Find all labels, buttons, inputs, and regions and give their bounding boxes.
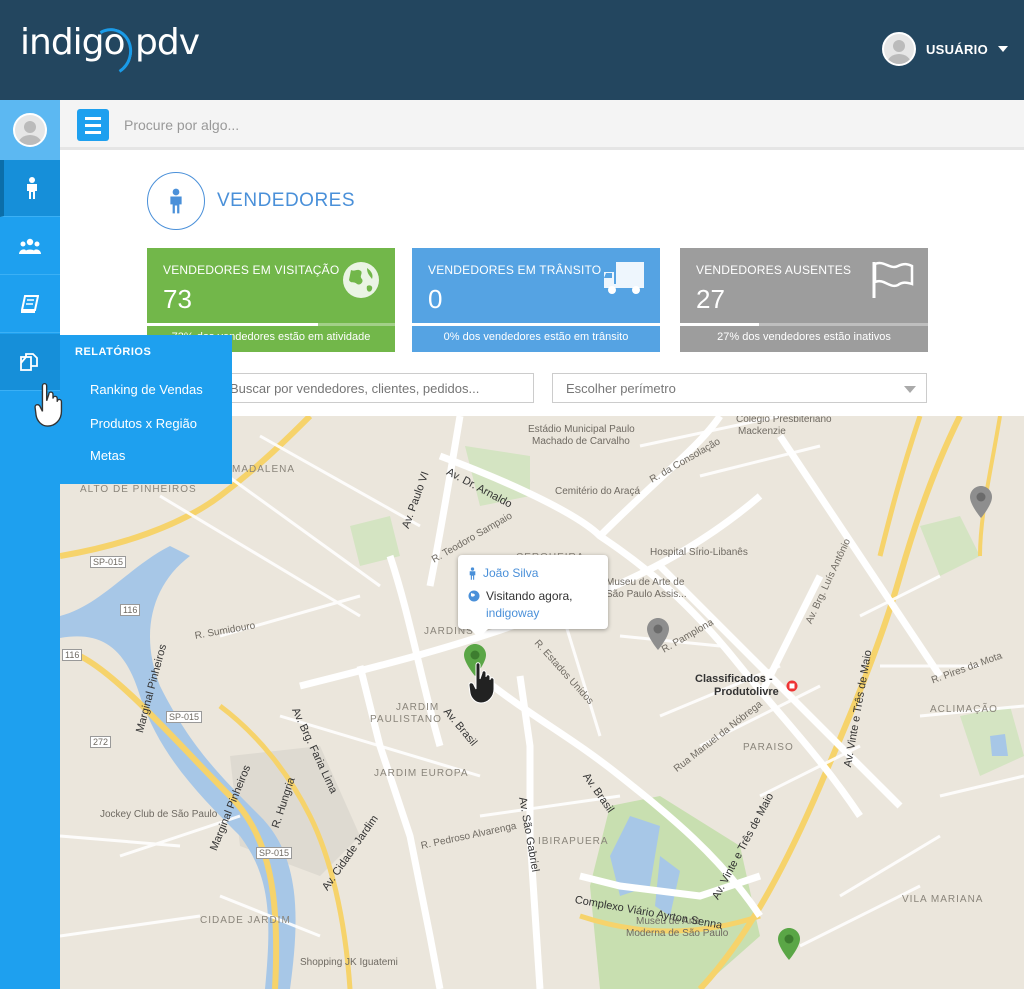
submenu-item-produtos-regiao[interactable]: Produtos x Região	[90, 416, 197, 431]
reports-submenu: RELATÓRIOS Ranking de Vendas Produtos x …	[60, 335, 232, 484]
map-label-district: ACLIMAÇÃO	[930, 704, 998, 715]
top-header: indigo pdv USUÁRIO	[0, 0, 1024, 100]
user-avatar	[881, 32, 916, 66]
globe-icon	[343, 262, 379, 298]
user-icon	[469, 566, 476, 580]
card-progress-track	[412, 323, 660, 326]
global-search-input[interactable]	[124, 113, 824, 137]
map-label-district: PAULISTANO	[370, 714, 442, 725]
map-label-hospital: Hospital Sírio-Libanês	[650, 547, 748, 558]
page-title: VENDEDORES	[217, 190, 356, 211]
chevron-down-icon	[904, 386, 916, 393]
card-value: 73	[163, 284, 192, 314]
map-label-district: CIDADE JARDIM	[200, 915, 291, 926]
map-label-highway: SP-015	[166, 711, 203, 723]
card-footer: 27% dos vendedores estão inativos	[717, 331, 891, 343]
hamburger-menu-button[interactable]	[77, 109, 109, 141]
map-label-classificados: Produtolivre	[714, 686, 779, 698]
map-label-district: JARDIM	[396, 702, 440, 713]
popup-seller-row: João Silva	[468, 566, 538, 580]
hamburger-line	[85, 116, 101, 120]
submenu-title: RELATÓRIOS	[75, 346, 152, 358]
caret-down-icon	[998, 46, 1008, 52]
user-menu[interactable]: USUÁRIO	[881, 32, 1008, 66]
map-base	[60, 416, 1024, 989]
map-label-jockey: Jockey Club de São Paulo	[100, 809, 218, 820]
user-icon	[170, 188, 182, 214]
map-view[interactable]: Estádio Municipal Paulo Machado de Carva…	[60, 416, 1024, 989]
submenu-item-metas[interactable]: Metas	[90, 448, 125, 463]
map-label-route: 272	[90, 736, 112, 748]
hand-cursor-icon	[34, 382, 63, 427]
popup-status: Visitando agora,	[486, 589, 573, 603]
popup-seller-name[interactable]: João Silva	[483, 566, 538, 580]
hand-cursor-icon	[468, 662, 495, 704]
card-progress-track	[680, 323, 928, 326]
card-progress-track	[147, 323, 395, 326]
map-label-colegio: Mackenzie	[738, 426, 786, 437]
map-label-museu: São Paulo Assis...	[606, 589, 687, 600]
map-label-shopping: Shopping JK Iguatemi	[300, 957, 398, 968]
map-label-estadio: Estádio Municipal Paulo	[528, 424, 635, 435]
page-title-icon-circle	[147, 172, 205, 230]
map-label-cemiterio: Cemitério do Araçá	[555, 486, 641, 497]
map-label-district: PARAISO	[743, 742, 794, 753]
book-icon	[21, 295, 39, 313]
poi-marker-icon[interactable]	[786, 680, 798, 692]
map-label-route: 116	[62, 649, 83, 661]
map-info-popup[interactable]: João Silva Visitando agora, indigoway	[458, 555, 608, 638]
map-label-estadio: Machado de Carvalho	[532, 436, 630, 447]
user-icon	[27, 177, 37, 199]
top-search-bar	[60, 100, 1024, 150]
truck-icon	[604, 262, 644, 294]
flag-icon	[872, 261, 914, 298]
hamburger-line	[85, 130, 101, 134]
user-label: USUÁRIO	[925, 41, 988, 57]
map-label-highway: SP-015	[256, 847, 293, 859]
hamburger-line	[85, 123, 101, 127]
sidebar-item-catalogo[interactable]	[0, 276, 60, 333]
map-label-district: IBIRAPUERA	[538, 836, 609, 847]
popup-status-row: Visitando agora,	[468, 589, 573, 603]
popup-client-link[interactable]: indigoway	[486, 606, 539, 620]
card-progress-fill	[680, 323, 760, 326]
globe-icon	[468, 590, 480, 602]
map-pin-gray-icon[interactable]	[647, 618, 669, 650]
card-label: VENDEDORES EM VISITAÇÃO	[163, 263, 340, 277]
map-label-classificados: Classificados -	[695, 673, 773, 685]
map-label-highway: SP-015	[90, 556, 127, 568]
map-pin-green-icon[interactable]	[778, 928, 800, 960]
card-label: VENDEDORES AUSENTES	[696, 263, 852, 277]
map-pin-gray-icon[interactable]	[970, 486, 992, 518]
card-progress-fill	[147, 323, 319, 326]
card-value: 0	[428, 284, 443, 314]
map-label-district: JARDIM EUROPA	[374, 768, 469, 779]
card-label: VENDEDORES EM TRÂNSITO	[428, 263, 602, 277]
indigo-pdv-logo[interactable]: indigo pdv	[20, 22, 200, 81]
sidebar	[0, 100, 60, 989]
sidebar-avatar	[13, 113, 47, 147]
card-em-transito[interactable]: VENDEDORES EM TRÂNSITO 0 0% dos vendedor…	[412, 248, 660, 352]
card-value: 27	[696, 284, 725, 314]
map-label-district: ALTO DE PINHEIROS	[80, 484, 197, 495]
perimeter-select[interactable]: Escolher perímetro	[552, 373, 927, 403]
submenu-item-ranking-vendas[interactable]: Ranking de Vendas	[90, 382, 203, 397]
card-footer: 0% dos vendedores estão em trânsito	[443, 331, 629, 343]
map-label-district: VILA MARIANA	[902, 894, 984, 905]
sidebar-item-clientes[interactable]	[0, 218, 60, 275]
users-group-icon	[19, 238, 41, 254]
map-label-colegio: Colegio Presbiteriano	[736, 416, 832, 425]
sidebar-profile[interactable]	[0, 100, 60, 160]
card-ausentes[interactable]: VENDEDORES AUSENTES 27 27% dos vendedore…	[680, 248, 928, 352]
map-label-route: 116	[120, 604, 141, 616]
reports-icon	[20, 353, 38, 371]
sidebar-item-vendedores[interactable]	[0, 160, 60, 217]
map-label-district: MADALENA	[232, 464, 296, 475]
map-label-museu: Museu de Arte de	[606, 577, 685, 588]
perimeter-select-label: Escolher perímetro	[566, 380, 676, 396]
card-progress-fill	[412, 323, 660, 326]
